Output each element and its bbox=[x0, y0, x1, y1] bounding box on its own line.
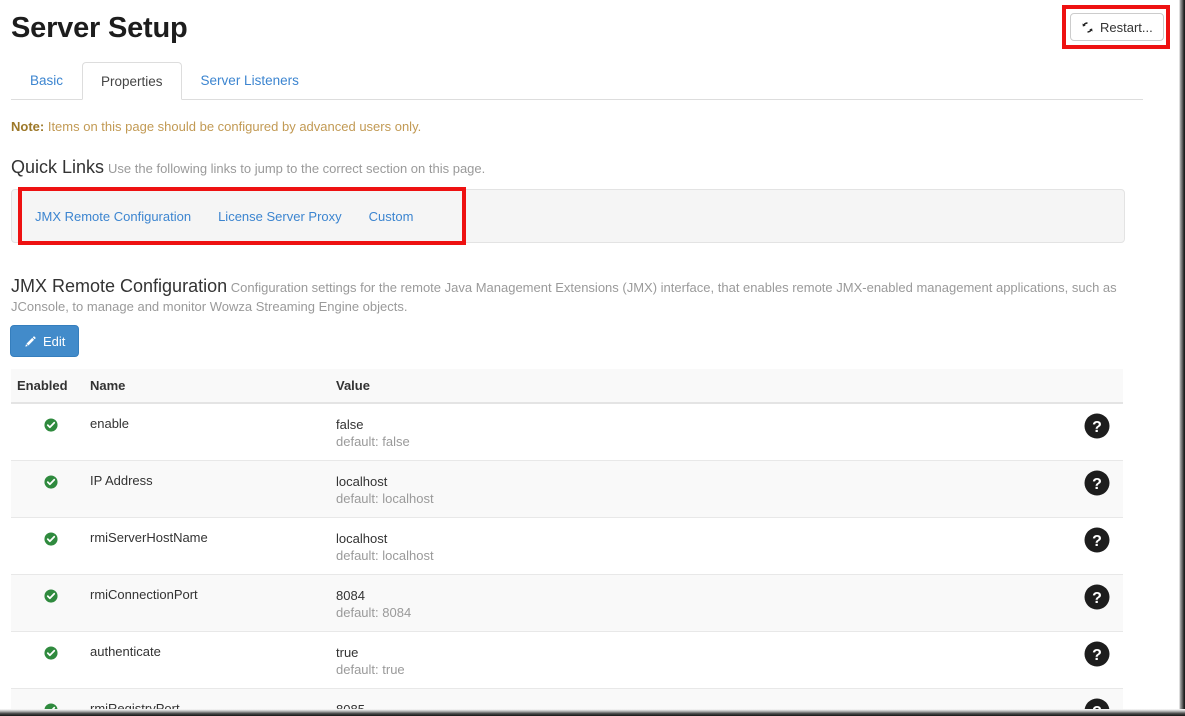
window-frame-bottom-edge bbox=[0, 709, 1185, 716]
note-prefix: Note: bbox=[11, 119, 45, 134]
question-mark-icon[interactable]: ? bbox=[1084, 584, 1110, 610]
tab-basic[interactable]: Basic bbox=[11, 62, 82, 99]
column-header-value: Value bbox=[336, 378, 370, 393]
svg-text:?: ? bbox=[1092, 419, 1102, 436]
table-row[interactable]: rmiServerHostName localhost default: local… bbox=[11, 518, 1123, 575]
restart-button-label: Restart... bbox=[1100, 19, 1153, 35]
note-body: Items on this page should be configured … bbox=[44, 119, 422, 134]
question-mark-icon[interactable]: ? bbox=[1084, 641, 1110, 667]
quick-links-heading: Quick Links Use the following links to ju… bbox=[11, 157, 485, 178]
question-mark-icon[interactable]: ? bbox=[1084, 527, 1110, 553]
tab-bar: Basic Properties Server Listeners bbox=[11, 62, 1143, 100]
edit-button-label: Edit bbox=[43, 333, 66, 349]
quick-links-description: Use the following links to jump to the c… bbox=[108, 161, 486, 176]
column-header-name: Name bbox=[90, 378, 126, 393]
check-circle-icon bbox=[43, 418, 58, 432]
row-default-text: default: localhost bbox=[336, 548, 434, 563]
window-frame-right-edge bbox=[1175, 0, 1185, 716]
row-name-cell: authenticate bbox=[90, 644, 336, 659]
row-value-text: localhost bbox=[336, 531, 388, 546]
row-name-label: enable bbox=[90, 416, 130, 431]
quick-links-annotation-box bbox=[18, 187, 466, 245]
refresh-icon bbox=[1081, 21, 1094, 34]
row-enabled-cell bbox=[11, 644, 90, 660]
row-name-cell: rmiServerHostName bbox=[90, 530, 336, 545]
row-value-cell: true default: true bbox=[336, 644, 1123, 679]
row-enabled-cell bbox=[11, 587, 90, 603]
note-text: Note: Items on this page should be confi… bbox=[11, 119, 421, 134]
row-default-text: default: true bbox=[336, 662, 405, 677]
row-value-text: 8084 bbox=[336, 588, 365, 603]
quick-links-title: Quick Links bbox=[11, 157, 105, 177]
section-title: JMX Remote Configuration bbox=[11, 276, 228, 296]
svg-text:?: ? bbox=[1092, 476, 1102, 493]
row-name-cell: rmiConnectionPort bbox=[90, 587, 336, 602]
tab-properties[interactable]: Properties bbox=[82, 62, 182, 100]
pencil-icon bbox=[24, 335, 37, 348]
check-circle-icon bbox=[43, 475, 58, 489]
question-mark-icon[interactable]: ? bbox=[1084, 470, 1110, 496]
column-header-enabled: Enabled bbox=[17, 378, 68, 393]
svg-text:?: ? bbox=[1092, 533, 1102, 550]
row-value-cell: false default: false bbox=[336, 416, 1123, 451]
check-circle-icon bbox=[43, 532, 58, 546]
server-setup-page: Server Setup Restart... Basic Properties… bbox=[0, 0, 1175, 710]
row-enabled-cell bbox=[11, 530, 90, 546]
table-row[interactable]: IP Address localhost default: localhost? bbox=[11, 461, 1123, 518]
table-row[interactable]: authenticate true default: true? bbox=[11, 632, 1123, 689]
row-name-label: rmiServerHostName bbox=[90, 530, 208, 545]
table-header-row: Enabled Name Value bbox=[11, 369, 1123, 404]
row-value-text: true bbox=[336, 645, 359, 660]
check-circle-icon bbox=[43, 646, 58, 660]
svg-text:?: ? bbox=[1092, 590, 1102, 607]
row-enabled-cell bbox=[11, 473, 90, 489]
row-value-text: localhost bbox=[336, 474, 388, 489]
row-default-text: default: localhost bbox=[336, 491, 434, 506]
row-value-text: false bbox=[336, 417, 364, 432]
row-default-text: default: 8084 bbox=[336, 605, 412, 620]
row-name-cell: IP Address bbox=[90, 473, 336, 488]
row-value-cell: 8084 default: 8084 bbox=[336, 587, 1123, 622]
restart-button[interactable]: Restart... bbox=[1070, 13, 1164, 41]
properties-table: Enabled Name Value enable false default: f… bbox=[11, 369, 1123, 710]
row-value-cell: localhost default: localhost bbox=[336, 530, 1123, 565]
check-circle-icon bbox=[43, 589, 58, 603]
row-name-label: rmiConnectionPort bbox=[90, 587, 198, 602]
row-name-cell: enable bbox=[90, 416, 336, 431]
table-row[interactable]: rmiConnectionPort 8084 default: 8084? bbox=[11, 575, 1123, 632]
table-row[interactable]: rmiRegistryPort8085default: 8085? bbox=[11, 689, 1123, 710]
jmx-section-header: JMX Remote Configuration Configuration s… bbox=[11, 276, 1125, 316]
edit-button[interactable]: Edit bbox=[10, 325, 80, 357]
row-name-label: IP Address bbox=[90, 473, 153, 488]
row-default-text: default: false bbox=[336, 434, 410, 449]
row-name-label: authenticate bbox=[90, 644, 161, 659]
tab-server-listeners[interactable]: Server Listeners bbox=[182, 62, 318, 99]
question-mark-icon[interactable]: ? bbox=[1084, 413, 1110, 439]
row-value-cell: localhost default: localhost bbox=[336, 473, 1123, 508]
table-body: enable false default: false? IP Address loca… bbox=[11, 404, 1123, 710]
svg-text:?: ? bbox=[1092, 647, 1102, 664]
row-enabled-cell bbox=[11, 416, 90, 432]
page-title: Server Setup bbox=[11, 12, 188, 44]
table-row[interactable]: enable false default: false? bbox=[11, 404, 1123, 461]
